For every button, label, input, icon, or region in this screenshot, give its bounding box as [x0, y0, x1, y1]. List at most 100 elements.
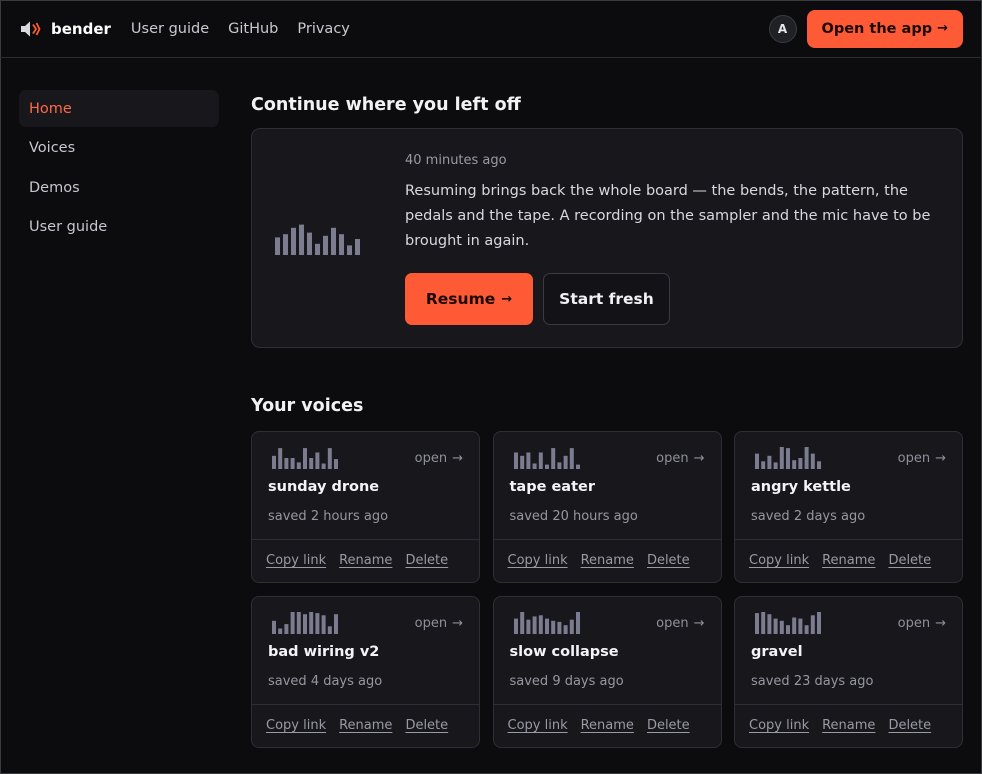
waveform-bar: [327, 448, 332, 469]
waveform-bar: [525, 452, 530, 469]
waveform-bar: [513, 618, 518, 634]
rename-button[interactable]: Rename: [339, 553, 392, 568]
copy-link-button[interactable]: Copy link: [749, 553, 809, 568]
waveform-bar: [550, 448, 555, 469]
waveform-bar: [299, 224, 304, 255]
waveform-bar: [779, 620, 784, 634]
waveform-bar: [538, 452, 543, 469]
sidebar-item-user-guide[interactable]: User guide: [19, 209, 219, 246]
waveform-bar: [569, 448, 574, 469]
voice-card[interactable]: open → slow collapse saved 9 days ago Cop…: [492, 596, 722, 748]
divider: [493, 704, 721, 705]
delete-button[interactable]: Delete: [647, 553, 690, 568]
delete-button[interactable]: Delete: [888, 718, 931, 733]
avatar[interactable]: A: [768, 14, 797, 43]
delete-button[interactable]: Delete: [888, 553, 931, 568]
waveform-bar: [550, 620, 555, 634]
waveform-bar: [284, 458, 289, 469]
waveform-bar: [532, 616, 537, 634]
waveform-bar: [810, 453, 815, 469]
waveform-bar: [290, 612, 295, 634]
copy-link-button[interactable]: Copy link: [508, 718, 568, 733]
waveform-bar: [786, 625, 790, 634]
waveform-bar: [538, 615, 543, 634]
voice-name: slow collapse: [509, 644, 619, 660]
open-voice-link[interactable]: open →: [415, 616, 463, 631]
last-session-time: 40 minutes ago: [405, 153, 507, 168]
divider: [493, 539, 721, 540]
copy-link-button[interactable]: Copy link: [749, 718, 809, 733]
rename-button[interactable]: Rename: [822, 553, 875, 568]
waveform-bar: [767, 614, 772, 634]
nav-privacy[interactable]: Privacy: [297, 21, 350, 37]
waveform-bar: [798, 458, 803, 469]
waveform-bar: [761, 461, 766, 469]
voice-saved-time: saved 2 days ago: [751, 509, 866, 524]
voice-saved-time: saved 4 days ago: [268, 674, 383, 689]
waveform-bar: [779, 447, 784, 469]
open-label: open: [656, 616, 689, 631]
copy-link-button[interactable]: Copy link: [266, 718, 326, 733]
waveform-bar: [817, 612, 821, 634]
waveform-icon: [272, 612, 338, 634]
waveform-bar: [323, 235, 328, 255]
open-label: open: [897, 616, 931, 631]
copy-link-button[interactable]: Copy link: [266, 553, 326, 568]
waveform-bar: [804, 625, 809, 634]
waveform-bar: [339, 234, 344, 255]
open-label: open: [897, 451, 931, 466]
delete-button[interactable]: Delete: [647, 718, 690, 733]
waveform-icon: [272, 448, 338, 469]
start-fresh-button[interactable]: Start fresh: [543, 273, 670, 325]
voice-card[interactable]: open → sunday drone saved 2 hours ago Cop…: [251, 431, 480, 583]
waveform-bar: [525, 619, 530, 634]
copy-link-button[interactable]: Copy link: [508, 553, 568, 568]
voice-name: gravel: [751, 644, 803, 660]
waveform-bar: [283, 234, 288, 255]
waveform-bar: [569, 619, 574, 634]
open-voice-link[interactable]: open →: [415, 451, 463, 466]
rename-button[interactable]: Rename: [822, 718, 875, 733]
waveform-bar: [272, 620, 276, 634]
open-voice-link[interactable]: open →: [656, 616, 704, 631]
resume-button[interactable]: Resume →: [405, 273, 533, 325]
waveform-bar: [315, 452, 320, 469]
sidebar-item-voices[interactable]: Voices: [19, 130, 219, 167]
speaker-icon: [21, 21, 41, 36]
sidebar-item-home[interactable]: Home: [19, 90, 219, 127]
voice-card[interactable]: open → angry kettle saved 2 days ago Copy…: [734, 431, 963, 583]
voice-card[interactable]: open → gravel saved 23 days ago Copy link…: [734, 596, 963, 748]
waveform-bar: [519, 455, 524, 469]
open-voice-link[interactable]: open →: [898, 616, 946, 631]
voice-card[interactable]: open → tape eater saved 20 hours ago Copy…: [492, 431, 722, 583]
delete-button[interactable]: Delete: [405, 553, 448, 568]
open-voice-link[interactable]: open →: [898, 451, 946, 466]
brand[interactable]: bender: [20, 20, 111, 38]
divider: [252, 539, 479, 540]
rename-button[interactable]: Rename: [581, 718, 634, 733]
voice-saved-time: saved 23 days ago: [751, 674, 874, 689]
voice-card[interactable]: open → bad wiring v2 saved 4 days ago Cop…: [251, 596, 480, 748]
voice-name: angry kettle: [751, 479, 851, 495]
waveform-bar: [532, 463, 537, 469]
rename-button[interactable]: Rename: [581, 553, 634, 568]
open-voice-link[interactable]: open →: [656, 451, 704, 466]
nav-user-guide[interactable]: User guide: [131, 21, 209, 37]
voices-title: Your voices: [251, 396, 364, 416]
delete-button[interactable]: Delete: [405, 718, 448, 733]
waveform-bar: [309, 612, 314, 634]
open-label: open: [414, 616, 448, 631]
open-app-button[interactable]: Open the app →: [806, 9, 963, 48]
voice-actions: Copy link Rename Delete: [508, 718, 690, 733]
waveform-bar: [296, 462, 301, 469]
sidebar-item-demos[interactable]: Demos: [19, 169, 219, 206]
waveform-bar: [761, 612, 766, 634]
arrow-right-icon: →: [452, 616, 463, 631]
waveform-bar: [331, 227, 336, 255]
rename-button[interactable]: Rename: [339, 718, 392, 733]
arrow-right-icon: →: [935, 451, 946, 466]
waveform-bar: [291, 227, 296, 255]
nav-github[interactable]: GitHub: [228, 21, 278, 37]
brand-name: bender: [51, 19, 111, 38]
waveform-bar: [556, 462, 561, 469]
